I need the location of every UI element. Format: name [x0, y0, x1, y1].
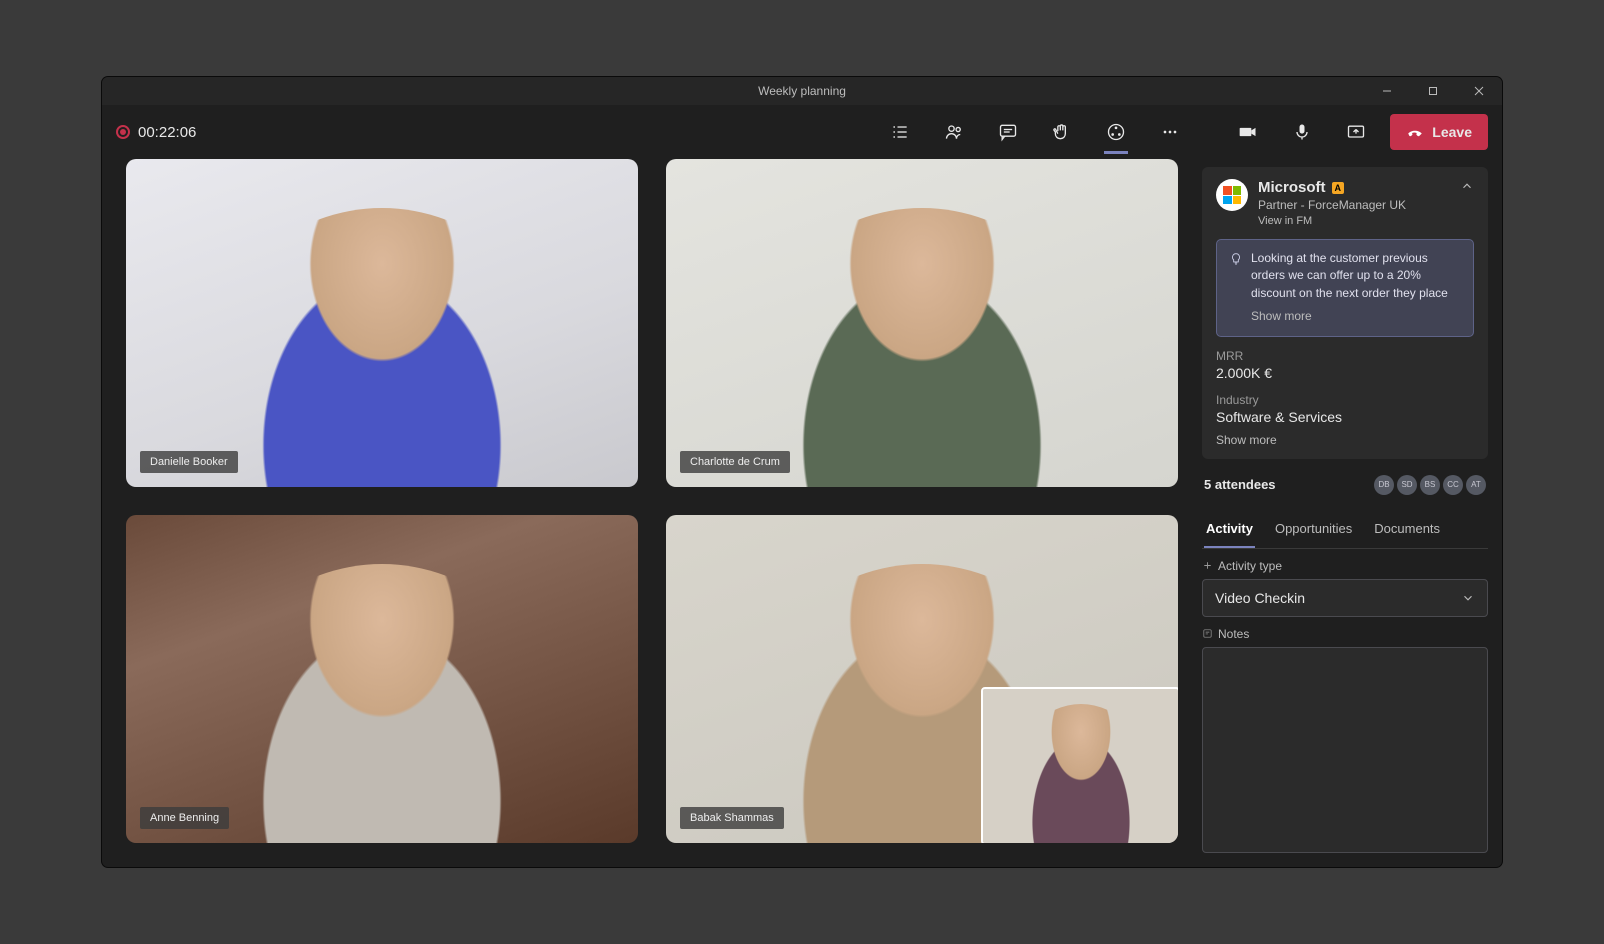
- list-icon: [890, 122, 910, 142]
- record-icon: [116, 125, 130, 139]
- company-name: Microsoft: [1258, 179, 1326, 196]
- video-tile[interactable]: Anne Benning: [126, 515, 638, 843]
- content-area: Danielle Booker Charlotte de Crum Anne B…: [102, 159, 1502, 867]
- avatar[interactable]: AT: [1466, 475, 1486, 495]
- side-panel: Microsoft A Partner - ForceManager UK Vi…: [1202, 159, 1502, 867]
- raise-hand-button[interactable]: [1042, 112, 1082, 152]
- minimize-button[interactable]: [1364, 77, 1410, 105]
- call-toolbar: 00:22:06 L: [102, 105, 1502, 159]
- microphone-toggle[interactable]: [1282, 112, 1322, 152]
- participant-name: Charlotte de Crum: [680, 451, 790, 473]
- participant-name: Babak Shammas: [680, 807, 784, 829]
- activity-type-select[interactable]: Video Checkin: [1202, 579, 1488, 617]
- participant-name: Danielle Booker: [140, 451, 238, 473]
- more-icon: [1160, 122, 1180, 142]
- title-bar: Weekly planning: [102, 77, 1502, 105]
- camera-icon: [1238, 122, 1258, 142]
- attendees-row: 5 attendees DB SD BS CC AT: [1202, 471, 1488, 499]
- activity-type-label: Activity type: [1202, 559, 1488, 573]
- industry-label: Industry: [1216, 393, 1474, 407]
- insight-banner: Looking at the customer previous orders …: [1216, 239, 1474, 337]
- close-button[interactable]: [1456, 77, 1502, 105]
- view-in-fm-link[interactable]: View in FM: [1258, 215, 1450, 227]
- participant-video: [216, 208, 549, 487]
- leave-label: Leave: [1432, 124, 1472, 140]
- collapse-card-button[interactable]: [1460, 179, 1474, 196]
- video-tile[interactable]: Babak Shammas: [666, 515, 1178, 843]
- video-tile[interactable]: Charlotte de Crum: [666, 159, 1178, 487]
- tab-opportunities[interactable]: Opportunities: [1273, 511, 1354, 548]
- panel-tabs: Activity Opportunities Documents: [1202, 511, 1488, 549]
- avatar[interactable]: CC: [1443, 475, 1463, 495]
- company-logo: [1216, 179, 1248, 211]
- participants-list-button[interactable]: [880, 112, 920, 152]
- window-controls: [1364, 77, 1502, 105]
- self-view[interactable]: [983, 689, 1178, 843]
- tab-documents[interactable]: Documents: [1372, 511, 1442, 548]
- more-actions-button[interactable]: [1150, 112, 1190, 152]
- maximize-button[interactable]: [1410, 77, 1456, 105]
- hand-icon: [1052, 122, 1072, 142]
- mrr-label: MRR: [1216, 349, 1474, 363]
- microphone-icon: [1292, 122, 1312, 142]
- plus-icon: [1202, 560, 1213, 571]
- avatar[interactable]: BS: [1420, 475, 1440, 495]
- hangup-icon: [1406, 123, 1424, 141]
- call-timer: 00:22:06: [138, 124, 196, 141]
- chat-icon: [998, 122, 1018, 142]
- activity-type-value: Video Checkin: [1215, 590, 1305, 606]
- people-icon: [944, 122, 964, 142]
- self-video: [1013, 704, 1149, 843]
- leave-button[interactable]: Leave: [1390, 114, 1488, 150]
- participant-video: [756, 208, 1089, 487]
- industry-value: Software & Services: [1216, 409, 1474, 425]
- participant-video: [216, 564, 549, 843]
- chevron-down-icon: [1461, 591, 1475, 605]
- apps-icon: [1106, 122, 1126, 142]
- company-badge: A: [1332, 182, 1345, 194]
- company-subtitle: Partner - ForceManager UK: [1258, 198, 1450, 212]
- insight-text: Looking at the customer previous orders …: [1251, 250, 1461, 302]
- video-tile[interactable]: Danielle Booker: [126, 159, 638, 487]
- window-title: Weekly planning: [758, 84, 846, 98]
- people-button[interactable]: [934, 112, 974, 152]
- mrr-value: 2.000K €: [1216, 365, 1474, 381]
- metrics-show-more[interactable]: Show more: [1216, 433, 1474, 447]
- camera-toggle[interactable]: [1228, 112, 1268, 152]
- chat-button[interactable]: [988, 112, 1028, 152]
- tab-activity[interactable]: Activity: [1204, 511, 1255, 548]
- apps-button[interactable]: [1096, 112, 1136, 152]
- video-grid: Danielle Booker Charlotte de Crum Anne B…: [102, 159, 1202, 867]
- avatar[interactable]: SD: [1397, 475, 1417, 495]
- recording-indicator: 00:22:06: [116, 124, 196, 141]
- chevron-up-icon: [1460, 179, 1474, 193]
- attendee-avatars: DB SD BS CC AT: [1374, 475, 1486, 495]
- insight-show-more[interactable]: Show more: [1251, 308, 1461, 325]
- company-card: Microsoft A Partner - ForceManager UK Vi…: [1202, 167, 1488, 459]
- notes-input[interactable]: [1202, 647, 1488, 853]
- lightbulb-icon: [1229, 252, 1243, 266]
- attendees-count: 5 attendees: [1204, 477, 1276, 492]
- avatar[interactable]: DB: [1374, 475, 1394, 495]
- share-icon: [1346, 122, 1366, 142]
- share-screen-button[interactable]: [1336, 112, 1376, 152]
- note-icon: [1202, 628, 1213, 639]
- meeting-window: Weekly planning 00:22:06: [102, 77, 1502, 867]
- participant-name: Anne Benning: [140, 807, 229, 829]
- notes-label: Notes: [1202, 627, 1488, 641]
